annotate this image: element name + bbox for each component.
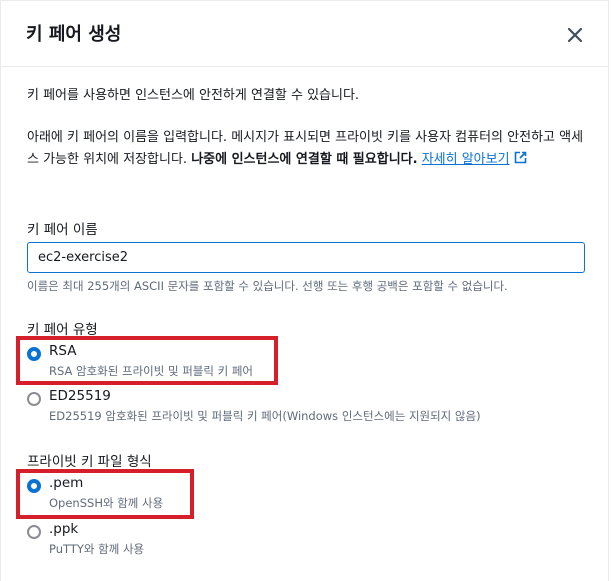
radio-rsa[interactable]: [27, 347, 41, 361]
learn-more-link[interactable]: 자세히 알아보기: [421, 151, 527, 167]
radio-pem[interactable]: [27, 479, 41, 493]
close-icon[interactable]: [564, 24, 586, 46]
rsa-label: RSA: [49, 343, 77, 359]
intro-text: 키 페어를 사용하면 인스턴스에 안전하게 연결할 수 있습니다.: [27, 88, 360, 103]
pem-description: OpenSSH와 함께 사용: [49, 496, 164, 510]
pem-label: .pem: [49, 475, 84, 491]
pem-highlight-box: [16, 469, 194, 519]
learn-more-label: 자세히 알아보기: [421, 152, 510, 167]
key-type-label: 키 페어 유형: [27, 322, 98, 338]
dialog-title: 키 페어 생성: [26, 24, 122, 45]
rsa-description: RSA 암호화된 프라이빗 및 퍼블릭 키 페어: [49, 364, 254, 378]
external-link-icon: [514, 151, 526, 164]
instructions-bold: 나중에 인스턴스에 연결할 때 필요합니다.: [191, 152, 418, 167]
ed25519-label: ED25519: [49, 388, 111, 404]
key-format-label: 프라이빗 키 파일 형식: [27, 454, 152, 470]
create-key-pair-dialog: 키 페어 생성 키 페어를 사용하면 인스턴스에 안전하게 연결할 수 있습니다…: [0, 0, 609, 581]
key-name-label: 키 페어 이름: [27, 222, 98, 238]
key-name-input[interactable]: [27, 242, 585, 273]
ppk-label: .ppk: [49, 521, 79, 537]
instructions-text: 아래에 키 페어의 이름을 입력합니다. 메시지가 표시되면 프라이빗 키를 사…: [27, 127, 587, 171]
dialog-header: 키 페어 생성: [1, 1, 608, 67]
key-name-hint: 이름은 최대 255개의 ASCII 문자를 포함할 수 있습니다. 선행 또는…: [27, 279, 508, 293]
radio-ed25519[interactable]: [27, 392, 41, 406]
ed25519-description: ED25519 암호화된 프라이빗 및 퍼블릭 키 페어(Windows 인스턴…: [49, 409, 481, 423]
ppk-description: PuTTY와 함께 사용: [49, 542, 145, 556]
radio-ppk[interactable]: [27, 525, 41, 539]
